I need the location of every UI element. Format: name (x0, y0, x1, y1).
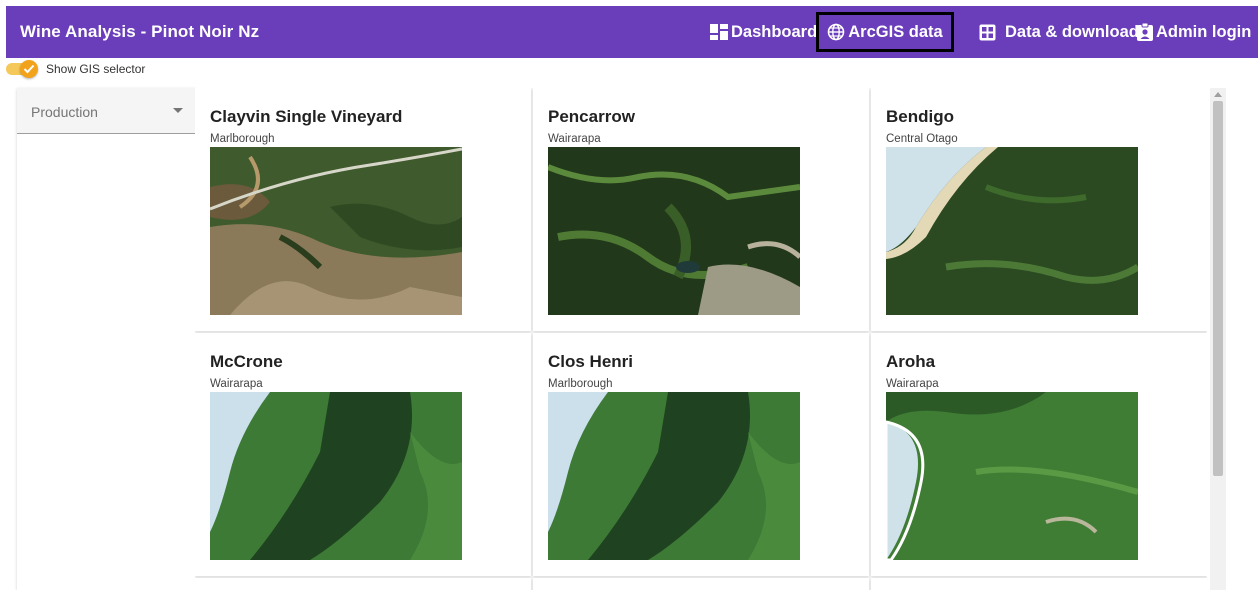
vertical-scrollbar[interactable] (1210, 88, 1226, 590)
vineyard-grid: Clayvin Single Vineyard Marlborough Penc… (195, 88, 1207, 590)
gis-selector-toggle[interactable]: Show GIS selector (6, 60, 146, 78)
scrollbar-thumb[interactable] (1213, 101, 1223, 476)
select-value: Production (31, 104, 98, 120)
card-region: Central Otago (886, 133, 958, 145)
card-title: Pencarrow (548, 107, 635, 126)
toggle-label: Show GIS selector (46, 62, 146, 76)
card-title: Bendigo (886, 107, 954, 126)
badge-icon (1137, 23, 1153, 41)
nav-data-download[interactable]: Data & download (979, 21, 1139, 43)
satellite-image (548, 147, 800, 315)
card-title: Clayvin Single Vineyard (210, 107, 403, 126)
satellite-image (210, 392, 462, 560)
card-region: Wairarapa (548, 133, 601, 145)
dropdown-arrow-icon (173, 108, 183, 113)
vineyard-card[interactable] (871, 578, 1207, 590)
vineyard-card[interactable]: Bendigo Central Otago (871, 88, 1207, 331)
nav-admin-login[interactable]: Admin login (1137, 21, 1251, 43)
app-title: Wine Analysis - Pinot Noir Nz (20, 22, 260, 41)
satellite-image (210, 147, 462, 315)
category-select[interactable]: Production (17, 88, 195, 134)
card-title: Clos Henri (548, 352, 634, 371)
check-icon (20, 60, 38, 78)
scroll-up-icon[interactable] (1214, 92, 1222, 97)
card-region: Marlborough (548, 378, 613, 390)
dashboard-icon (710, 24, 728, 40)
top-app-bar: Wine Analysis - Pinot Noir Nz Dashboard … (6, 6, 1258, 58)
vineyard-card[interactable]: Aroha Wairarapa (871, 333, 1207, 576)
vineyard-card[interactable] (195, 578, 531, 590)
left-panel: Production (17, 88, 195, 590)
vineyard-card[interactable]: Clayvin Single Vineyard Marlborough (195, 88, 531, 331)
card-region: Wairarapa (886, 378, 939, 390)
satellite-image (886, 147, 1138, 315)
nav-arcgis-label: ArcGIS data (848, 22, 943, 41)
nav-dashboard-label: Dashboard (731, 22, 818, 41)
satellite-image (548, 392, 800, 560)
nav-dashboard[interactable]: Dashboard (710, 21, 817, 43)
card-title: Aroha (886, 352, 936, 371)
nav-admin-label: Admin login (1156, 22, 1252, 41)
card-region: Marlborough (210, 133, 275, 145)
card-title: McCrone (210, 352, 283, 371)
nav-data-label: Data & download (1005, 22, 1139, 41)
vineyard-card[interactable]: Pencarrow Wairarapa (533, 88, 869, 331)
card-region: Wairarapa (210, 378, 263, 390)
globe-icon (827, 23, 845, 41)
satellite-image (886, 392, 1138, 560)
table-icon (979, 24, 996, 41)
nav-arcgis-data[interactable]: ArcGIS data (816, 12, 954, 52)
vineyard-card[interactable] (533, 578, 869, 590)
toggle-switch[interactable] (6, 60, 38, 78)
vineyard-card[interactable]: Clos Henri Marlborough (533, 333, 869, 576)
vineyard-card[interactable]: McCrone Wairarapa (195, 333, 531, 576)
